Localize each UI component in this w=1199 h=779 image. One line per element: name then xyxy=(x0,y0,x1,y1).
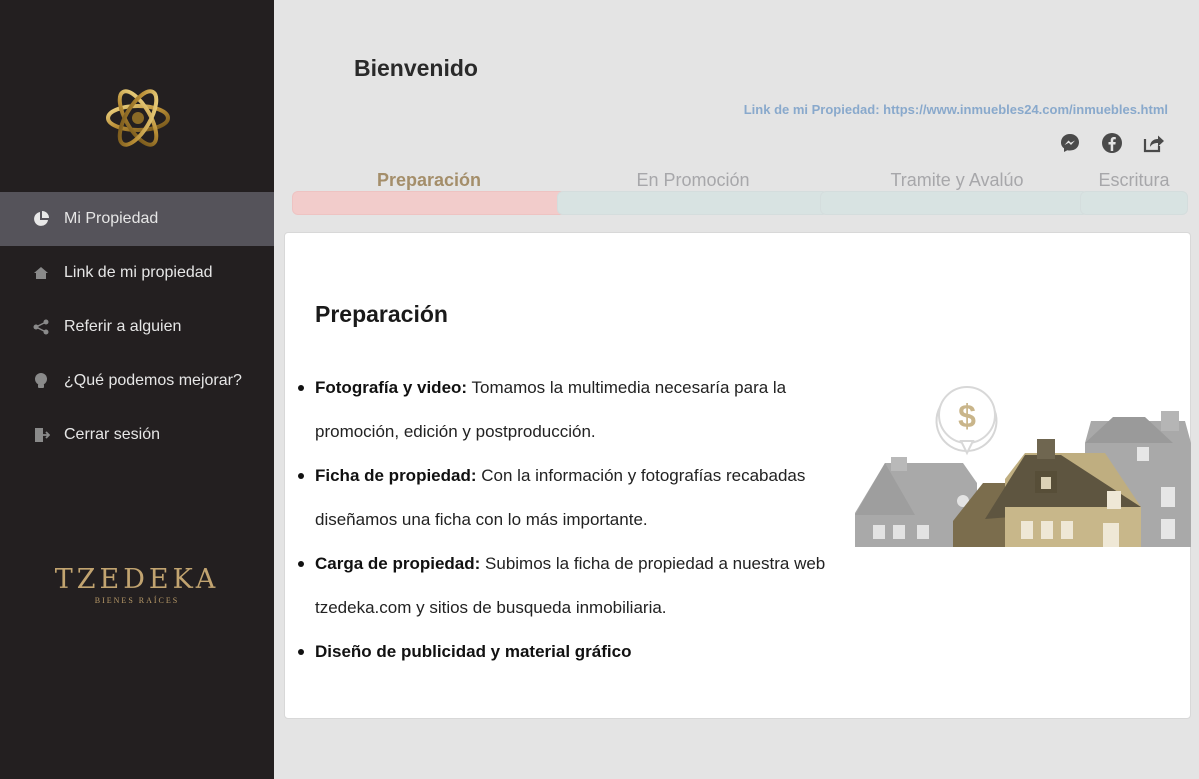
sidebar-item-label: ¿Qué podemos mejorar? xyxy=(64,372,242,389)
logo-mark-icon xyxy=(100,82,176,154)
sidebar-item-cerrar-sesion[interactable]: Cerrar sesión xyxy=(0,408,274,462)
list-item: Fotografía y video: Tomamos la multimedi… xyxy=(298,366,845,454)
sidebar-item-mi-propiedad[interactable]: Mi Propiedad xyxy=(0,192,274,246)
home-icon xyxy=(32,264,50,282)
step-bar-preparacion xyxy=(292,191,566,215)
share-external-icon[interactable] xyxy=(1141,130,1167,156)
sidebar-item-label: Referir a alguien xyxy=(64,318,182,335)
lightbulb-icon xyxy=(32,372,50,390)
step-bar-en-promocion xyxy=(557,191,828,215)
logout-icon xyxy=(32,426,50,444)
item-title: Carga de propiedad: xyxy=(315,554,481,573)
brand-name: TZEDEKA xyxy=(54,564,220,595)
sidebar-item-label: Cerrar sesión xyxy=(64,426,161,443)
svg-text:$: $ xyxy=(958,398,976,434)
sidebar-item-label: Link de mi propiedad xyxy=(64,264,213,281)
property-link[interactable]: Link de mi Propiedad: https://www.inmueb… xyxy=(744,102,1168,117)
houses-dollar-illustration: $ xyxy=(855,383,1191,553)
messenger-icon[interactable] xyxy=(1057,130,1083,156)
step-detail-card: Preparación Fotografía y video: Tomamos … xyxy=(284,232,1191,719)
item-title: Ficha de propiedad: xyxy=(315,466,477,485)
step-preparacion[interactable]: Preparación xyxy=(377,170,481,191)
facebook-icon[interactable] xyxy=(1099,130,1125,156)
task-list: Fotografía y video: Tomamos la multimedi… xyxy=(298,366,845,674)
share-icon xyxy=(32,318,50,336)
step-escritura[interactable]: Escritura xyxy=(1098,170,1169,191)
card-title: Preparación xyxy=(315,301,448,327)
brand-subtitle: BIENES RAÍCES xyxy=(94,596,180,605)
sidebar: Mi Propiedad Link de mi propiedad Referi… xyxy=(0,0,274,779)
pie-chart-icon xyxy=(32,210,50,228)
item-title: Diseño de publicidad y material gráfico xyxy=(315,642,632,661)
list-item: Carga de propiedad: Subimos la ficha de … xyxy=(298,542,845,630)
list-item: Ficha de propiedad: Con la información y… xyxy=(298,454,845,542)
sidebar-item-mejorar[interactable]: ¿Qué podemos mejorar? xyxy=(0,354,274,408)
steps-progress-bar xyxy=(292,191,1188,215)
step-bar-escritura xyxy=(1080,191,1188,215)
sidebar-item-label: Mi Propiedad xyxy=(64,210,159,227)
share-toolbar xyxy=(1057,130,1167,156)
item-title: Fotografía y video: xyxy=(315,378,468,397)
sidebar-nav: Mi Propiedad Link de mi propiedad Referi… xyxy=(0,192,274,462)
sidebar-item-link-propiedad[interactable]: Link de mi propiedad xyxy=(0,246,274,300)
list-item: Diseño de publicidad y material gráfico xyxy=(298,630,845,674)
page-title: Bienvenido xyxy=(354,55,478,81)
step-tramite-avaluo[interactable]: Tramite y Avalúo xyxy=(890,170,1023,191)
step-en-promocion[interactable]: En Promoción xyxy=(636,170,749,191)
brand-logo: TZEDEKA BIENES RAÍCES xyxy=(0,564,274,605)
step-bar-tramite-avaluo xyxy=(820,191,1088,215)
sidebar-item-referir[interactable]: Referir a alguien xyxy=(0,300,274,354)
